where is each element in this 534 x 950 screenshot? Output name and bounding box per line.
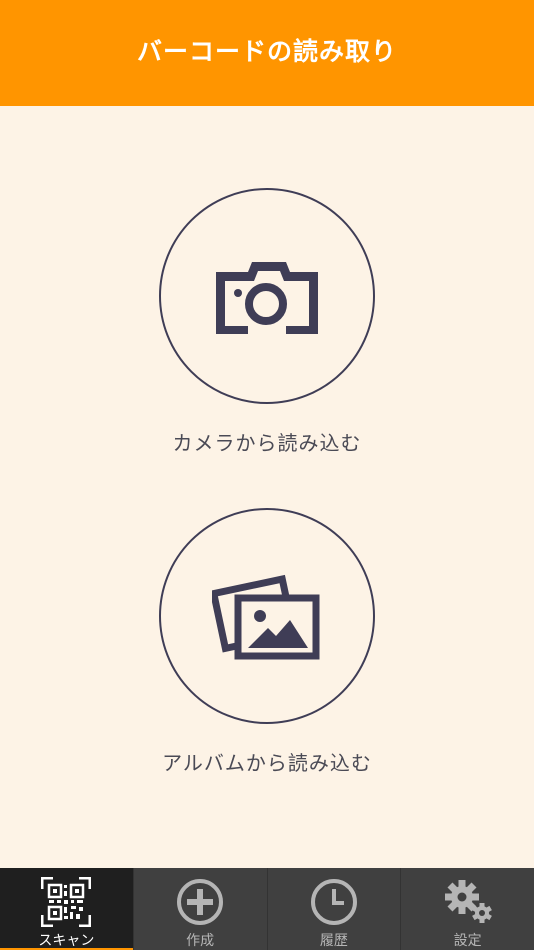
qr-code-icon [41,877,92,927]
album-action: アルバムから読み込む [0,508,534,776]
tab-scan[interactable]: スキャン [0,868,134,950]
camera-icon [216,262,318,334]
camera-button[interactable] [159,188,375,404]
tab-history-label: 履歴 [319,933,348,949]
page-title: バーコードの読み取り [136,37,397,66]
tab-bar: スキャン 作成 履歴 設定 [0,868,534,950]
camera-label: カメラから読み込む [172,431,362,455]
album-button[interactable] [159,508,375,724]
gears-icon [444,880,492,923]
main-content: カメラから読み込む アルバムから読み込む [0,106,534,868]
tab-settings-label: 設定 [453,933,482,949]
clock-icon [310,879,357,925]
camera-action: カメラから読み込む [0,188,534,456]
header-bar: バーコードの読み取り [0,0,534,106]
photos-icon [212,574,320,660]
album-label: アルバムから読み込む [162,751,372,775]
tab-settings[interactable]: 設定 [401,868,534,950]
tab-history[interactable]: 履歴 [268,868,402,950]
tab-create[interactable]: 作成 [134,868,268,950]
plus-circle-icon [177,879,224,925]
tab-create-label: 作成 [186,933,215,949]
tab-scan-label: スキャン [38,933,95,949]
